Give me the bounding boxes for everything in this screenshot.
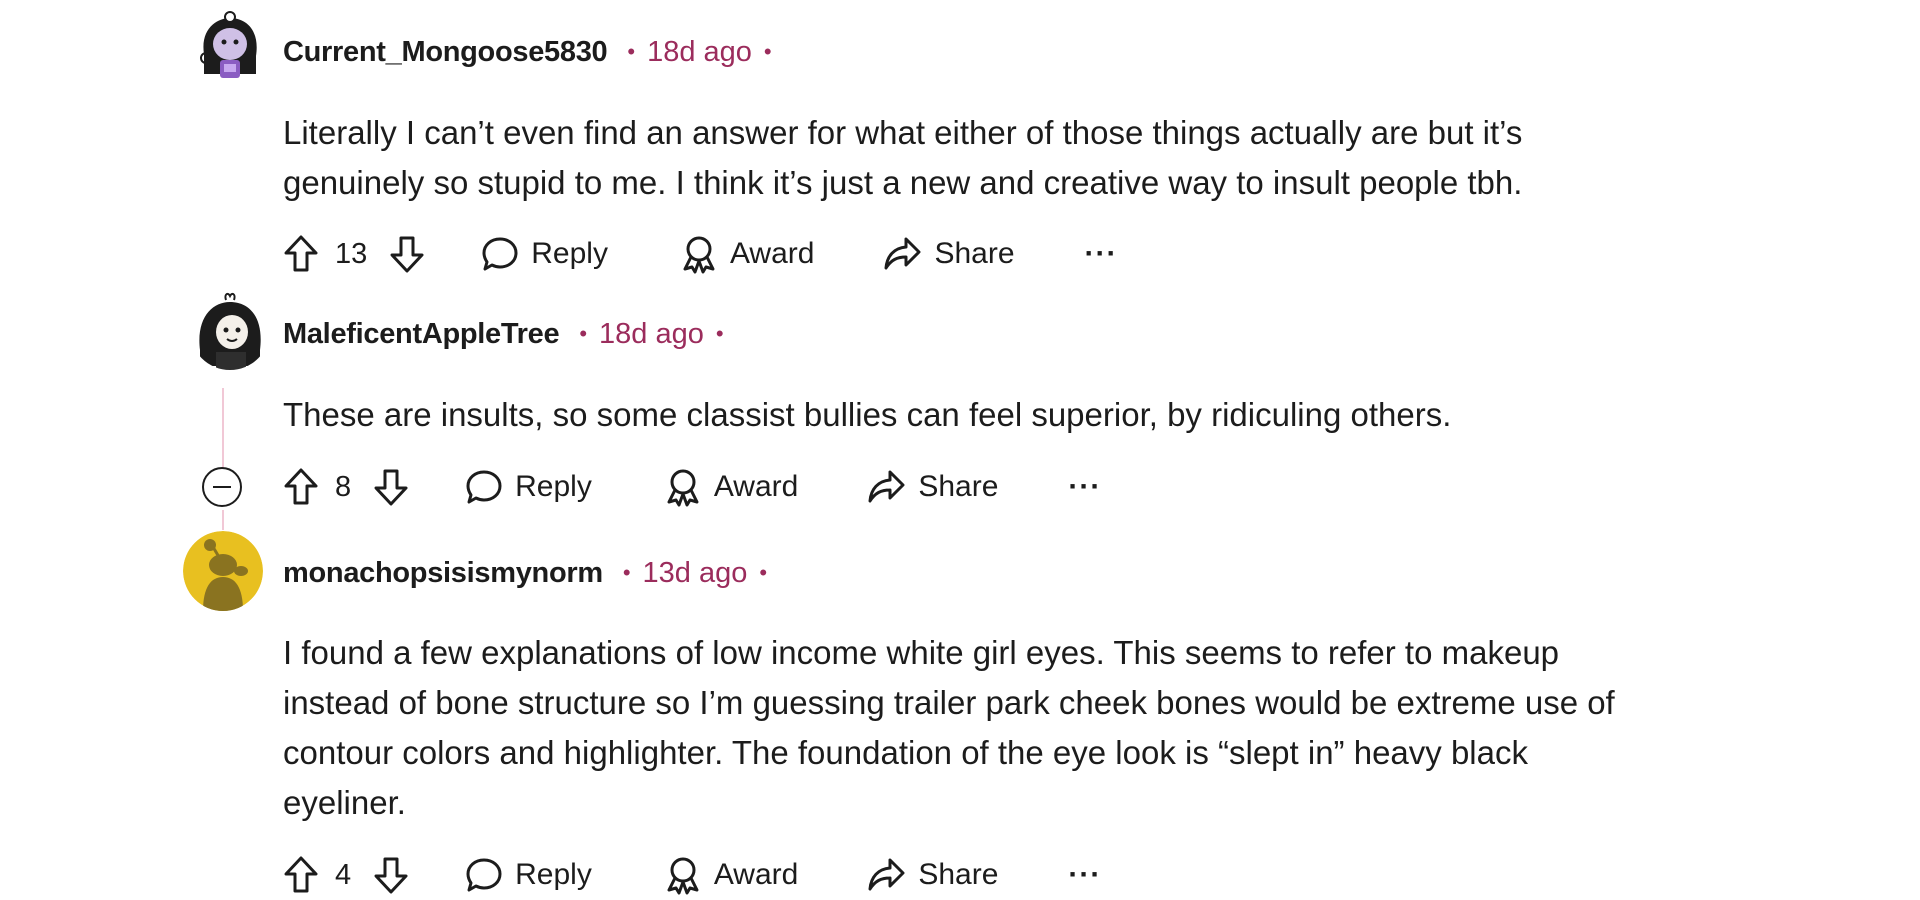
upvote-icon: [284, 235, 318, 272]
separator-dot: •: [579, 321, 588, 346]
award-icon: [683, 236, 715, 274]
more-options-button[interactable]: ···: [1068, 470, 1101, 504]
vote-count: 8: [335, 470, 352, 503]
upvote-button[interactable]: [283, 467, 319, 507]
downvote-icon: [390, 236, 424, 273]
upvote-button[interactable]: [283, 234, 319, 274]
reply-button[interactable]: Reply: [465, 856, 592, 894]
collapse-thread-button[interactable]: [202, 467, 242, 507]
speech-bubble-icon: [466, 470, 502, 504]
speech-bubble-icon: [482, 237, 518, 271]
upvote-button[interactable]: [283, 855, 319, 895]
comment-text-line: eyeliner.: [283, 784, 406, 821]
reply-button[interactable]: Reply: [481, 235, 608, 273]
award-icon: [667, 469, 699, 507]
share-icon: [868, 470, 905, 503]
award-label: Award: [713, 470, 799, 503]
reply-label: Reply: [515, 858, 592, 891]
comment-text-line: Literally I can’t even find an answer fo…: [283, 114, 1523, 151]
share-label: Share: [918, 858, 999, 891]
comment-meta: monachopsisismynorm • 13d ago •: [283, 553, 767, 593]
default-snoo-avatar-icon[interactable]: [183, 531, 263, 611]
separator-dot: •: [622, 560, 631, 585]
award-label: Award: [729, 237, 815, 270]
thread-line: [222, 388, 224, 468]
username[interactable]: MaleficentAppleTree: [283, 318, 560, 351]
timestamp[interactable]: 18d ago: [647, 36, 752, 69]
share-button[interactable]: Share: [866, 856, 998, 894]
vote-count: 13: [335, 237, 368, 270]
robot-girl-avatar-icon[interactable]: [190, 8, 270, 88]
dark-hair-avatar-icon[interactable]: [190, 290, 270, 370]
award-button[interactable]: Award: [664, 855, 799, 895]
downvote-button[interactable]: [389, 234, 425, 274]
more-options-button[interactable]: ···: [1085, 237, 1118, 271]
comment-body: I found a few explanations of low income…: [283, 628, 1743, 828]
speech-bubble-icon: [466, 858, 502, 892]
comment-text-line: contour colors and highlighter. The foun…: [283, 734, 1528, 771]
award-label: Award: [713, 858, 799, 891]
downvote-button[interactable]: [373, 855, 409, 895]
reply-button[interactable]: Reply: [465, 468, 592, 506]
share-icon: [884, 237, 921, 270]
award-icon: [667, 857, 699, 895]
comment-meta: MaleficentAppleTree • 18d ago •: [283, 314, 724, 354]
award-button[interactable]: Award: [664, 467, 799, 507]
separator-dot: •: [715, 321, 724, 346]
comment-actions: 13 Reply Award Share ···: [283, 231, 1118, 277]
comment-text-line: These are insults, so some classist bull…: [283, 396, 1452, 433]
share-icon: [868, 858, 905, 891]
downvote-button[interactable]: [373, 467, 409, 507]
downvote-icon: [374, 857, 408, 894]
username[interactable]: monachopsisismynorm: [283, 557, 603, 590]
minus-icon: [213, 486, 231, 488]
vote-count: 4: [335, 858, 352, 891]
comment-body: Literally I can’t even find an answer fo…: [283, 108, 1743, 208]
timestamp[interactable]: 18d ago: [599, 318, 704, 351]
comment-actions: 4 Reply Award Share ···: [283, 852, 1101, 898]
share-button[interactable]: Share: [882, 235, 1015, 273]
comment-text-line: I found a few explanations of low income…: [283, 634, 1560, 671]
reply-label: Reply: [531, 237, 608, 270]
username[interactable]: Current_Mongoose5830: [283, 36, 608, 69]
share-label: Share: [918, 470, 999, 503]
share-label: Share: [934, 237, 1015, 270]
comment-actions: 8 Reply Award Share ···: [283, 464, 1101, 510]
thread-line: [222, 510, 224, 530]
comment-text-line: genuinely so stupid to me. I think it’s …: [283, 164, 1523, 201]
timestamp[interactable]: 13d ago: [643, 557, 748, 590]
separator-dot: •: [627, 39, 636, 64]
downvote-icon: [374, 469, 408, 506]
comment-body: These are insults, so some classist bull…: [283, 390, 1743, 440]
comment-meta: Current_Mongoose5830 • 18d ago •: [283, 32, 772, 72]
comment-text-line: instead of bone structure so I’m guessin…: [283, 684, 1615, 721]
upvote-icon: [284, 468, 318, 505]
separator-dot: •: [759, 560, 768, 585]
upvote-icon: [284, 856, 318, 893]
reply-label: Reply: [515, 470, 592, 503]
share-button[interactable]: Share: [866, 468, 998, 506]
award-button[interactable]: Award: [680, 234, 815, 274]
separator-dot: •: [763, 39, 772, 64]
more-options-button[interactable]: ···: [1068, 858, 1101, 892]
